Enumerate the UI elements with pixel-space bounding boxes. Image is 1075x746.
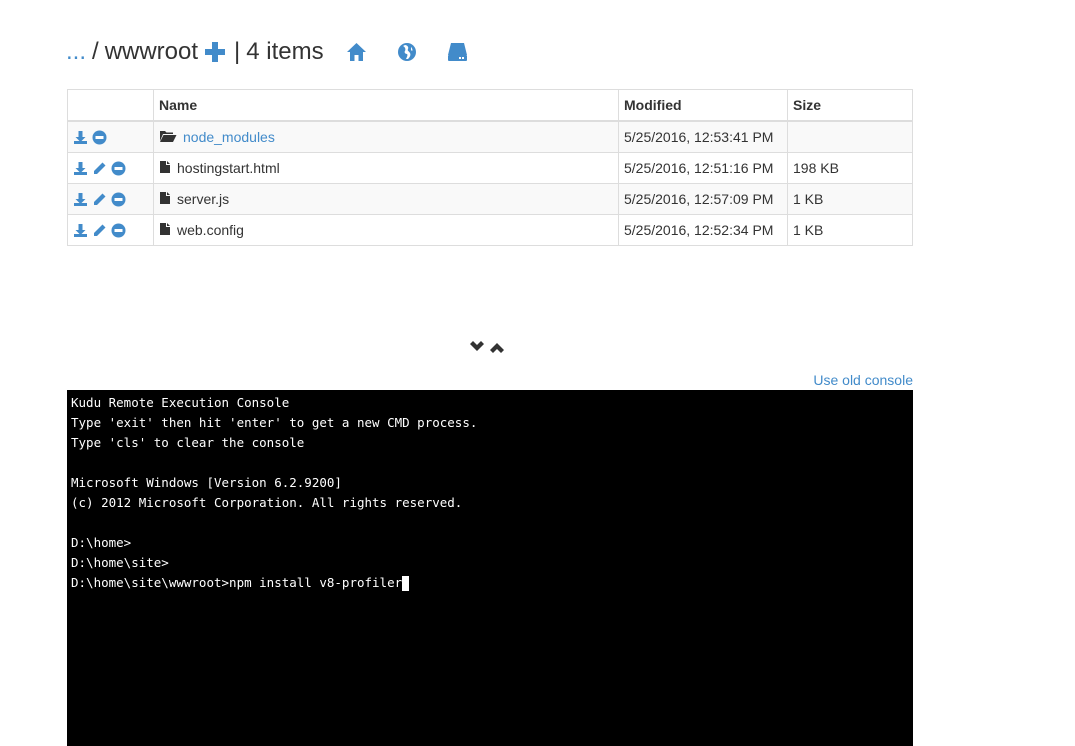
remove-icon[interactable] <box>111 192 126 207</box>
pipe-separator: | <box>234 38 241 65</box>
folder-open-icon <box>159 129 177 146</box>
remove-icon[interactable] <box>111 161 126 176</box>
modified-cell: 5/25/2016, 12:52:34 PM <box>618 214 788 246</box>
home-icon[interactable] <box>346 42 367 67</box>
console-input-line[interactable]: D:\home\site\wwwroot> npm install v8-prof… <box>71 573 909 593</box>
console-line: Type 'cls' to clear the console <box>71 435 305 450</box>
console-line: D:\home> <box>71 535 132 550</box>
text-cursor <box>402 575 410 591</box>
modified-cell: 5/25/2016, 12:51:16 PM <box>618 152 788 184</box>
console-line: D:\home\site> <box>71 555 169 570</box>
console-line: Kudu Remote Execution Console <box>71 395 290 410</box>
file-table: Name Modified Size node_modules 5/25/201… <box>67 89 913 246</box>
remove-icon[interactable] <box>92 130 107 145</box>
download-icon[interactable] <box>73 192 88 207</box>
console-prompt: D:\home\site\wwwroot> <box>71 575 230 590</box>
download-icon[interactable] <box>73 161 88 176</box>
column-header-modified[interactable]: Modified <box>618 89 788 122</box>
console-terminal[interactable]: Kudu Remote Execution Console Type 'exit… <box>67 390 913 746</box>
file-name[interactable]: hostingstart.html <box>177 160 280 176</box>
hdd-icon[interactable] <box>447 42 468 67</box>
modified-cell: 5/25/2016, 12:53:41 PM <box>618 120 788 153</box>
chevron-down-icon[interactable] <box>469 340 485 354</box>
file-icon <box>159 160 171 177</box>
folder-link-node-modules[interactable]: node_modules <box>183 129 275 145</box>
current-folder: wwwroot <box>104 38 199 65</box>
size-cell: 198 KB <box>787 152 913 184</box>
edit-icon[interactable] <box>92 192 107 207</box>
use-old-console-link[interactable]: Use old console <box>813 372 913 388</box>
column-header-name[interactable]: Name <box>153 89 619 122</box>
download-icon[interactable] <box>73 223 88 238</box>
remove-icon[interactable] <box>111 223 126 238</box>
column-header-size[interactable]: Size <box>787 89 913 122</box>
console-input[interactable]: npm install v8-profiler <box>229 573 402 593</box>
breadcrumb-separator: / <box>92 38 99 65</box>
breadcrumb-header: ... / wwwroot | 4 items <box>66 36 324 68</box>
edit-icon[interactable] <box>92 161 107 176</box>
console-line: Microsoft Windows [Version 6.2.9200] <box>71 475 342 490</box>
download-icon[interactable] <box>73 130 88 145</box>
edit-icon[interactable] <box>92 223 107 238</box>
size-cell: 1 KB <box>787 214 913 246</box>
table-row: web.config 5/25/2016, 12:52:34 PM 1 KB <box>67 214 913 246</box>
chevron-up-icon[interactable] <box>489 340 505 354</box>
plus-icon[interactable] <box>204 41 226 63</box>
console-line: (c) 2012 Microsoft Corporation. All righ… <box>71 495 463 510</box>
table-row: node_modules 5/25/2016, 12:53:41 PM <box>67 120 913 153</box>
file-name[interactable]: web.config <box>177 222 244 238</box>
table-row: server.js 5/25/2016, 12:57:09 PM 1 KB <box>67 183 913 215</box>
breadcrumb-parent-link[interactable]: ... <box>66 38 86 66</box>
table-header-row: Name Modified Size <box>67 89 913 122</box>
file-name[interactable]: server.js <box>177 191 229 207</box>
globe-icon[interactable] <box>397 42 417 67</box>
file-icon <box>159 191 171 208</box>
file-icon <box>159 222 171 239</box>
table-row: hostingstart.html 5/25/2016, 12:51:16 PM… <box>67 152 913 184</box>
size-cell <box>787 120 913 153</box>
column-header-actions <box>67 89 154 122</box>
item-count: 4 items <box>246 38 324 65</box>
modified-cell: 5/25/2016, 12:57:09 PM <box>618 183 788 215</box>
size-cell: 1 KB <box>787 183 913 215</box>
console-line: Type 'exit' then hit 'enter' to get a ne… <box>71 415 478 430</box>
panel-resize-toggle <box>469 340 505 354</box>
